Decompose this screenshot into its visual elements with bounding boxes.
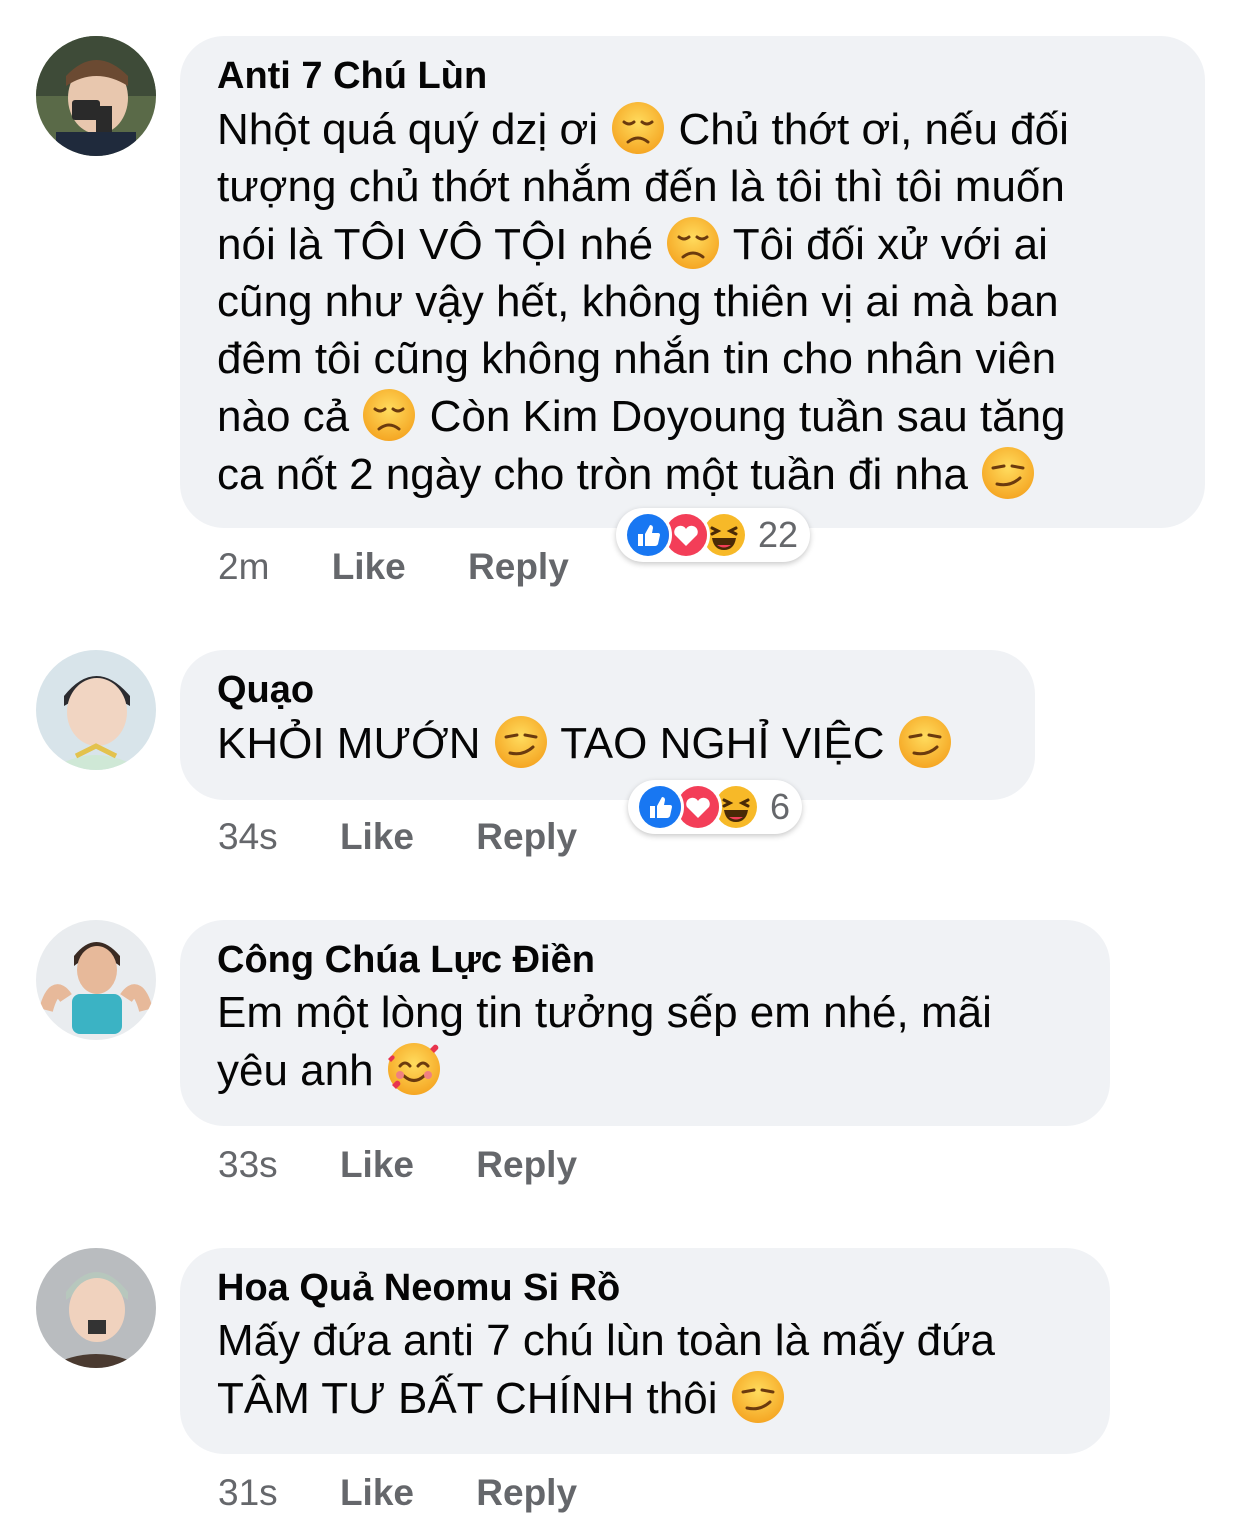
reply-button[interactable]: Reply	[476, 1472, 577, 1513]
comment-bubble: Quạo KHỎI MƯỚN TAO NGHỈ VIỆC	[180, 650, 1035, 800]
comment-text-line: nói là TÔI VÔ TỘI nhé Tôi đối xử với ai	[217, 215, 1169, 273]
like-reaction-icon	[636, 783, 684, 831]
reactions-summary[interactable]: 6	[628, 780, 803, 834]
comment-text-line: tượng chủ thớt nhắm đến là tôi thì tôi m…	[217, 158, 1169, 215]
comment-text-fragment: TAO NGHỈ VIỆC	[548, 719, 897, 768]
reaction-count: 6	[770, 786, 791, 827]
smirking-face-emoji	[980, 445, 1036, 501]
reaction-count: 22	[758, 514, 799, 555]
avatar[interactable]	[36, 36, 156, 156]
smirking-face-emoji	[493, 714, 549, 770]
comment-text-fragment: nào cả	[217, 392, 362, 441]
comment-actions: 31s Like Reply	[218, 1471, 629, 1515]
comment-text-fragment: TÂM TƯ BẤT CHÍNH thôi	[217, 1374, 730, 1423]
reactions-summary[interactable]: 22	[616, 508, 811, 562]
comment-bubble: Công Chúa Lực Điền Em một lòng tin tưởng…	[180, 920, 1110, 1126]
comment-bubble: Hoa Quả Neomu Si Rồ Mấy đứa anti 7 chú l…	[180, 1248, 1110, 1454]
like-button[interactable]: Like	[340, 816, 414, 857]
reply-button[interactable]: Reply	[476, 816, 577, 857]
comment-author[interactable]: Hoa Quả Neomu Si Rồ	[217, 1266, 1074, 1310]
avatar[interactable]	[36, 650, 156, 770]
smirking-face-emoji	[730, 1369, 786, 1425]
comment-text-line: KHỎI MƯỚN TAO NGHỈ VIỆC	[217, 714, 999, 772]
comment-text-line: đêm tôi cũng không nhắn tin cho nhân viê…	[217, 330, 1169, 387]
comment-timestamp[interactable]: 31s	[218, 1472, 278, 1513]
comment-timestamp[interactable]: 34s	[218, 816, 278, 857]
comment-text-line: Nhột quá quý dzị ơi Chủ thớt ơi, nếu đối	[217, 100, 1169, 158]
comment-text-fragment: KHỎI MƯỚN	[217, 719, 493, 768]
comment-text-line: cũng như vậy hết, không thiên vị ai mà b…	[217, 273, 1169, 330]
comment-text: Nhột quá quý dzị ơi Chủ thớt ơi, nếu đối…	[217, 100, 1169, 503]
comment-text-fragment: Còn Kim Doyoung tuần sau tăng	[417, 392, 1066, 441]
comment-bubble: Anti 7 Chú Lùn Nhột quá quý dzị ơi Chủ t…	[180, 36, 1205, 528]
disappointed-face-emoji	[610, 100, 666, 156]
comment-text-fragment: cũng như vậy hết, không thiên vị ai mà b…	[217, 277, 1059, 326]
reply-button[interactable]: Reply	[476, 1144, 577, 1185]
comment-text-fragment: nói là TÔI VÔ TỘI nhé	[217, 220, 666, 269]
like-button[interactable]: Like	[340, 1144, 414, 1185]
comment-text-fragment: ca nốt 2 ngày cho tròn một tuần đi nha	[217, 450, 981, 499]
comment-text-fragment: Em một lòng tin tưởng sếp em nhé, mãi	[217, 988, 992, 1037]
comment-author[interactable]: Quạo	[217, 668, 999, 712]
smirking-face-emoji	[897, 714, 953, 770]
comment-text-line: nào cả Còn Kim Doyoung tuần sau tăng	[217, 387, 1169, 445]
comment-text: KHỎI MƯỚN TAO NGHỈ VIỆC	[217, 714, 999, 772]
comment-text: Em một lòng tin tưởng sếp em nhé, mãi yêu…	[217, 984, 1074, 1099]
like-reaction-icon	[624, 511, 672, 559]
disappointed-face-emoji	[665, 215, 721, 271]
comment-text-line: yêu anh	[217, 1041, 1074, 1099]
comment-text: Mấy đứa anti 7 chú lùn toàn là mấy đứa TÂ…	[217, 1312, 1074, 1427]
comment-text-line: Mấy đứa anti 7 chú lùn toàn là mấy đứa	[217, 1312, 1074, 1369]
comment-text-fragment: Nhột quá quý dzị ơi	[217, 105, 611, 154]
comment-actions: 33s Like Reply	[218, 1143, 629, 1187]
comment-text-fragment: tượng chủ thớt nhắm đến là tôi thì tôi m…	[217, 162, 1065, 211]
like-button[interactable]: Like	[332, 546, 406, 587]
comment-text-line: ca nốt 2 ngày cho tròn một tuần đi nha	[217, 445, 1169, 503]
comment-text-fragment: Chủ thớt ơi, nếu đối	[666, 105, 1069, 154]
comment-text-fragment: đêm tôi cũng không nhắn tin cho nhân viê…	[217, 334, 1057, 383]
comment-text-line: Em một lòng tin tưởng sếp em nhé, mãi	[217, 984, 1074, 1041]
avatar[interactable]	[36, 1248, 156, 1368]
like-button[interactable]: Like	[340, 1472, 414, 1513]
comment-text-fragment: Mấy đứa anti 7 chú lùn toàn là mấy đứa	[217, 1316, 996, 1365]
comment-text-line: TÂM TƯ BẤT CHÍNH thôi	[217, 1369, 1074, 1427]
comment-timestamp[interactable]: 33s	[218, 1144, 278, 1185]
comment-text-fragment: yêu anh	[217, 1046, 386, 1095]
comment-text-fragment: Tôi đối xử với ai	[721, 220, 1048, 269]
comment-author[interactable]: Anti 7 Chú Lùn	[217, 54, 1169, 98]
disappointed-face-emoji	[361, 387, 417, 443]
reply-button[interactable]: Reply	[468, 546, 569, 587]
comment-actions: 34s Like Reply	[218, 815, 629, 859]
smiling-face-with-hearts-emoji	[386, 1041, 442, 1097]
comment-actions: 2m Like Reply	[218, 545, 621, 589]
avatar[interactable]	[36, 920, 156, 1040]
comment-author[interactable]: Công Chúa Lực Điền	[217, 938, 1074, 982]
comment-timestamp[interactable]: 2m	[218, 546, 269, 587]
